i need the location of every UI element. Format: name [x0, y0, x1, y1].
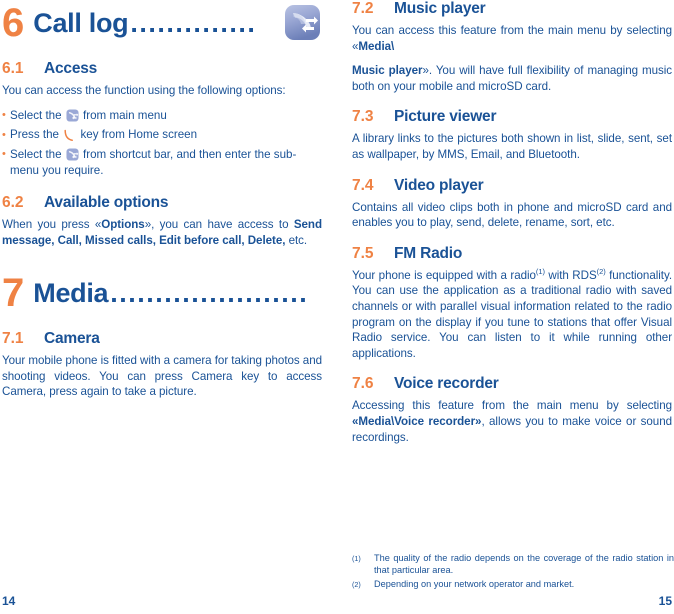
- section-heading-6-1: 6.1 Access: [2, 60, 322, 78]
- section-name: FM Radio: [394, 244, 463, 262]
- section-number: 7.6: [352, 375, 374, 393]
- camera-paragraph: Your mobile phone is fitted with a camer…: [2, 354, 322, 399]
- section-name: Music player: [394, 0, 486, 17]
- plain-text: », you can have access to: [144, 217, 294, 231]
- section-number: 7.5: [352, 244, 374, 262]
- list-item: Press the key from Home screen: [2, 127, 322, 144]
- footnote-text: The quality of the radio depends on the …: [374, 553, 674, 576]
- list-item: Select the from shortcut bar, and then e…: [2, 146, 322, 180]
- section-name: Picture viewer: [394, 108, 497, 126]
- bullet-text-post: from main menu: [83, 108, 167, 122]
- left-page-column: 6 Call log .............. 6.1 Access You…: [2, 0, 322, 409]
- section-heading-7-4: 7.4 Video player: [352, 177, 672, 195]
- section-name: Video player: [394, 176, 484, 194]
- call-log-icon: [284, 4, 322, 42]
- plain-text: A library links to the pictures both sho…: [352, 132, 672, 161]
- bullet-text-post: key from Home screen: [80, 128, 198, 142]
- emphasis-text: Music player: [352, 64, 423, 78]
- emphasis-text: Options: [101, 217, 145, 231]
- section-heading-6-2: 6.2 Available options: [2, 194, 322, 212]
- section-number: 6.2: [2, 193, 24, 211]
- bullet-text-pre: Select the: [10, 108, 62, 122]
- plain-text: Contains all video clips both in phone a…: [352, 200, 672, 230]
- emphasis-text: Media\: [358, 39, 395, 53]
- chapter-dot-leader: ......................: [110, 278, 309, 309]
- list-item: Select the from main menu: [2, 107, 322, 125]
- footnote-1: (1) The quality of the radio depends on …: [352, 552, 674, 577]
- bullet-text-pre: Press the: [10, 128, 59, 142]
- section-heading-7-3: 7.3 Picture viewer: [352, 108, 672, 126]
- chapter-heading-media: 7 Media ......................: [2, 270, 322, 316]
- section-name: Available options: [44, 193, 169, 211]
- plain-text: You can access this feature from the mai…: [352, 24, 672, 53]
- manual-page-spread: 6 Call log .............. 6.1 Access You…: [0, 0, 674, 614]
- access-options-list: Select the from main menu Press the: [2, 107, 322, 180]
- call-log-small-icon: [66, 148, 79, 161]
- plain-text: functionality. You can use the applicati…: [352, 268, 673, 360]
- voice-recorder-paragraph: Accessing this feature from the main men…: [352, 398, 672, 445]
- right-page-column: 7.2 Music player You can access this fea…: [352, 0, 672, 454]
- page-number-left: 14: [2, 594, 16, 608]
- chapter-dot-leader: ..............: [130, 8, 257, 38]
- emphasis-text: «Media\Voice recorder»: [352, 414, 482, 428]
- section-heading-7-2: 7.2 Music player: [352, 0, 672, 18]
- call-key-icon: [63, 128, 75, 142]
- chapter-title: Call log: [33, 8, 129, 38]
- picture-viewer-paragraph: A library links to the pictures both sho…: [352, 131, 672, 162]
- footnote-text: Depending on your network operator and m…: [374, 578, 575, 589]
- section-number: 7.2: [352, 0, 374, 17]
- chapter-heading-call-log: 6 Call log ..............: [2, 0, 322, 46]
- plain-text: Accessing this feature from the main men…: [352, 399, 672, 413]
- plain-text: with RDS: [544, 268, 597, 282]
- section-name: Camera: [44, 330, 100, 348]
- chapter-number: 6: [2, 1, 24, 45]
- available-options-paragraph: When you press «Options», you can have a…: [2, 217, 322, 248]
- footnote-marker: (1): [352, 554, 361, 563]
- section-number: 6.1: [2, 60, 24, 77]
- section-number: 7.3: [352, 108, 374, 126]
- footnote-block: (1) The quality of the radio depends on …: [352, 552, 674, 592]
- footnote-marker: (2): [352, 579, 361, 589]
- plain-text: When you press «: [2, 217, 102, 231]
- fm-radio-paragraph: Your phone is equipped with a radio(1) w…: [352, 268, 672, 362]
- plain-text: etc.: [285, 233, 308, 247]
- call-log-small-icon: [66, 109, 79, 122]
- chapter-number: 7: [2, 271, 24, 316]
- footnote-2: (2) Depending on your network operator a…: [352, 578, 674, 591]
- chapter-title: Media: [33, 278, 109, 309]
- section-name: Voice recorder: [394, 375, 499, 393]
- section-name: Access: [44, 60, 98, 77]
- section-heading-7-6: 7.6 Voice recorder: [352, 375, 672, 393]
- section-number: 7.4: [352, 176, 374, 194]
- video-player-paragraph: Contains all video clips both in phone a…: [352, 200, 672, 231]
- page-number-right: 15: [658, 594, 672, 608]
- footnote-reference: (2): [596, 266, 606, 276]
- plain-text: Your phone is equipped with a radio: [352, 268, 536, 282]
- bullet-text-pre: Select the: [10, 147, 62, 161]
- section-heading-7-1: 7.1 Camera: [2, 330, 322, 348]
- footnote-reference: (1): [535, 266, 545, 276]
- section-number: 7.1: [2, 330, 24, 348]
- music-player-paragraph-1: You can access this feature from the mai…: [352, 23, 672, 54]
- music-player-paragraph-2: Music player». You will have full flexib…: [352, 63, 672, 94]
- section-heading-7-5: 7.5 FM Radio: [352, 245, 672, 263]
- access-intro-paragraph: You can access the function using the fo…: [2, 84, 286, 97]
